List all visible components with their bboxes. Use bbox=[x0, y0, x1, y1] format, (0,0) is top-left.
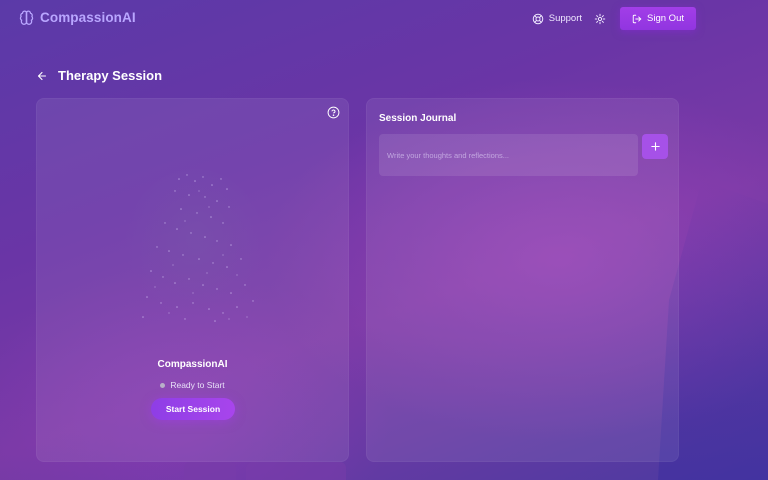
journal-panel: Session Journal bbox=[366, 98, 679, 462]
ai-avatar-visual bbox=[117, 167, 267, 327]
support-link[interactable]: Support bbox=[532, 13, 582, 25]
plus-icon bbox=[650, 142, 660, 151]
top-nav: CompassionAI Support Sign Out bbox=[0, 0, 768, 38]
brand-logo[interactable]: CompassionAI bbox=[18, 9, 136, 26]
settings-button[interactable] bbox=[594, 13, 606, 25]
brain-icon bbox=[19, 10, 34, 25]
lifebuoy-icon bbox=[532, 13, 543, 24]
brand-name: CompassionAI bbox=[40, 10, 136, 25]
sign-out-button[interactable]: Sign Out bbox=[620, 7, 696, 30]
status-dot bbox=[160, 382, 166, 388]
support-label: Support bbox=[548, 13, 583, 24]
page-header: Therapy Session bbox=[36, 68, 162, 83]
page-title: Therapy Session bbox=[58, 68, 163, 83]
gear-icon bbox=[594, 13, 606, 24]
sign-out-icon bbox=[632, 14, 642, 23]
start-session-button[interactable]: Start Session bbox=[151, 398, 235, 420]
add-entry-button[interactable] bbox=[642, 134, 668, 159]
arrow-left-icon[interactable] bbox=[36, 70, 48, 82]
question-circle-icon[interactable] bbox=[327, 106, 340, 119]
journal-title: Session Journal bbox=[379, 113, 457, 124]
status-text: Ready to Start bbox=[170, 380, 225, 390]
session-panel: CompassionAI Ready to Start Start Sessio… bbox=[36, 98, 349, 462]
session-status: Ready to Start bbox=[37, 380, 348, 390]
background-shape bbox=[246, 462, 346, 480]
agent-name: CompassionAI bbox=[157, 359, 228, 370]
sign-out-label: Sign Out bbox=[647, 13, 684, 24]
nav-actions: Support Sign Out bbox=[532, 7, 696, 30]
particle-silhouette bbox=[125, 169, 265, 325]
background-shape bbox=[184, 462, 236, 480]
journal-input[interactable] bbox=[379, 134, 638, 176]
